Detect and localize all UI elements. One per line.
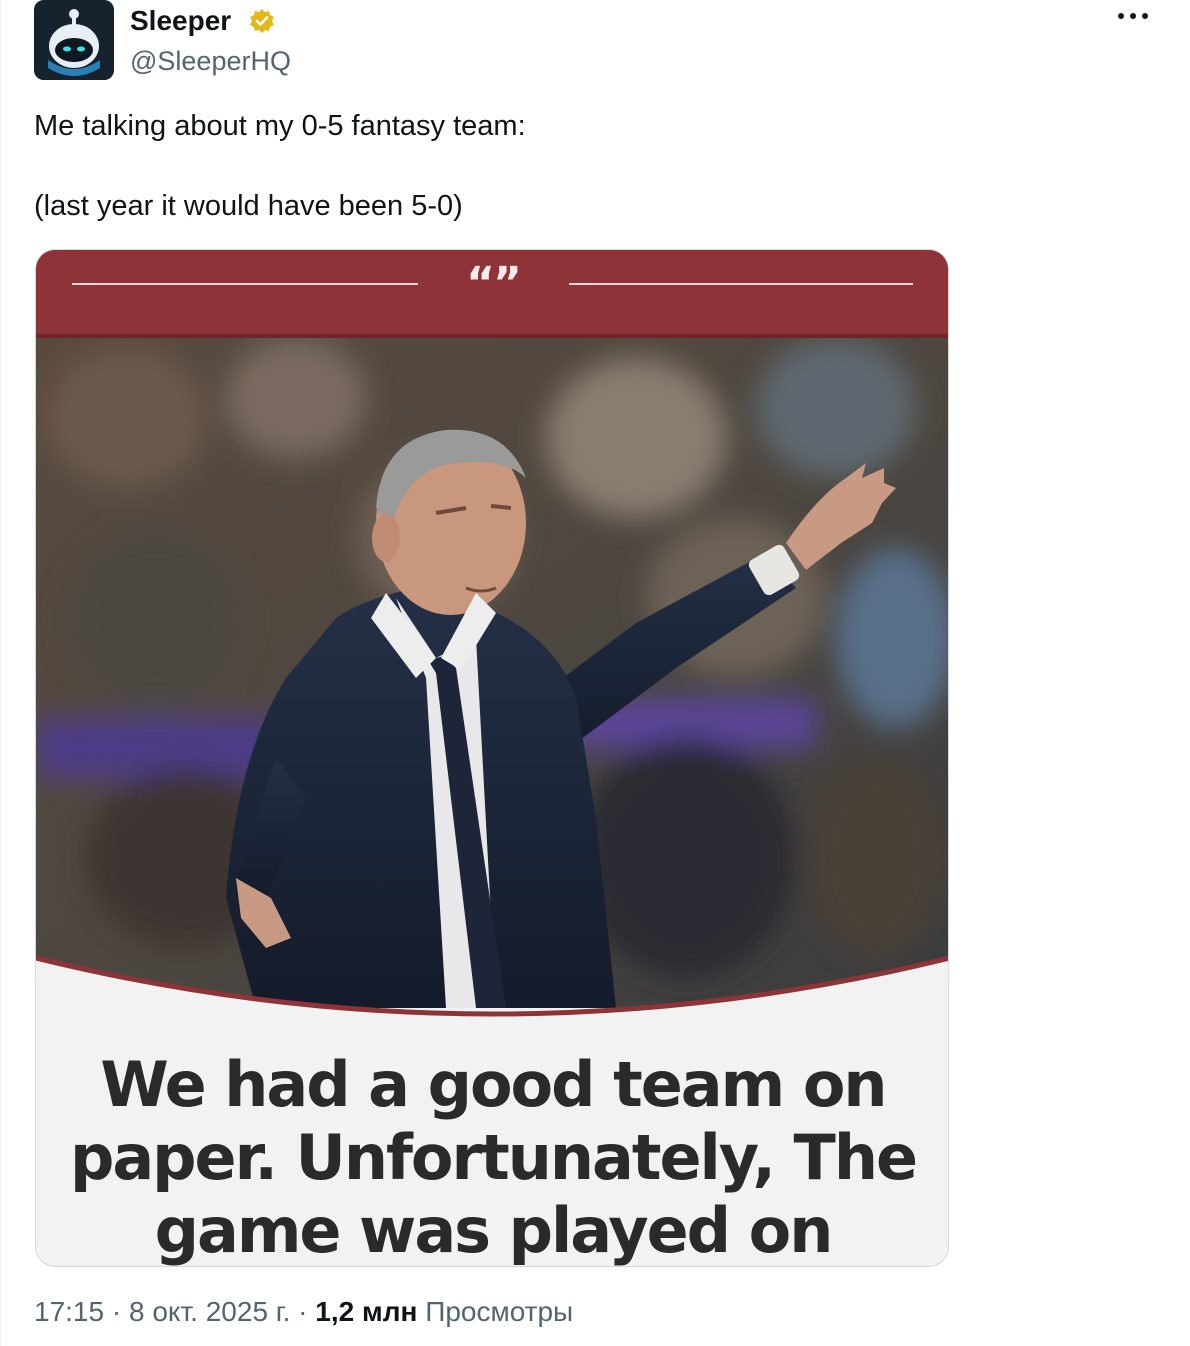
gold-verified-icon: [250, 9, 274, 33]
tweet-time: 17:15: [34, 1296, 105, 1327]
tweet-text-line: (last year it would have been 5-0): [34, 190, 463, 222]
views-link[interactable]: 1,2 млн Просмотры: [315, 1296, 573, 1327]
more-horizontal-icon: [1118, 13, 1148, 19]
caption-line: We had a good team on: [100, 1048, 887, 1121]
coach-photo: [36, 338, 948, 1008]
meme-caption: We had a good team on paper. Unfortunate…: [56, 1048, 930, 1267]
quote-banner: “”: [36, 250, 948, 338]
caption-line: paper. Unfortunately, The: [69, 1121, 918, 1194]
timestamp-link[interactable]: 17:15 · 8 окт. 2025 г.: [34, 1296, 290, 1327]
tweet-article: Sleeper @SleeperHQ Me talking about my 0…: [0, 0, 1190, 1346]
avatar[interactable]: [34, 0, 114, 80]
tweet-text: Me talking about my 0-5 fantasy team: (l…: [34, 106, 1154, 226]
author-handle[interactable]: @SleeperHQ: [130, 44, 291, 78]
views-count: 1,2 млн: [315, 1296, 418, 1327]
banner-divider-right: [569, 283, 913, 285]
tweet-media-image[interactable]: “” We had a good team on paper. Unfortun…: [35, 249, 949, 1267]
tweet-text-line: Me talking about my 0-5 fantasy team:: [34, 110, 526, 142]
tweet-metadata: 17:15 · 8 окт. 2025 г. · 1,2 млн Просмот…: [34, 1294, 573, 1330]
author-display-name[interactable]: Sleeper: [130, 4, 231, 38]
tweet-date: 8 окт. 2025 г.: [128, 1296, 291, 1327]
caption-panel: We had a good team on paper. Unfortunate…: [36, 950, 948, 1267]
quote-mark-icon: “”: [466, 258, 522, 309]
more-options-button[interactable]: [1115, 4, 1151, 28]
separator: ·: [290, 1296, 316, 1327]
separator: ·: [104, 1296, 129, 1327]
banner-divider-left: [72, 283, 418, 285]
views-label: Просмотры: [425, 1296, 574, 1327]
sleeper-robot-logo: [34, 0, 114, 80]
caption-line: game was played on grass.: [154, 1194, 834, 1267]
